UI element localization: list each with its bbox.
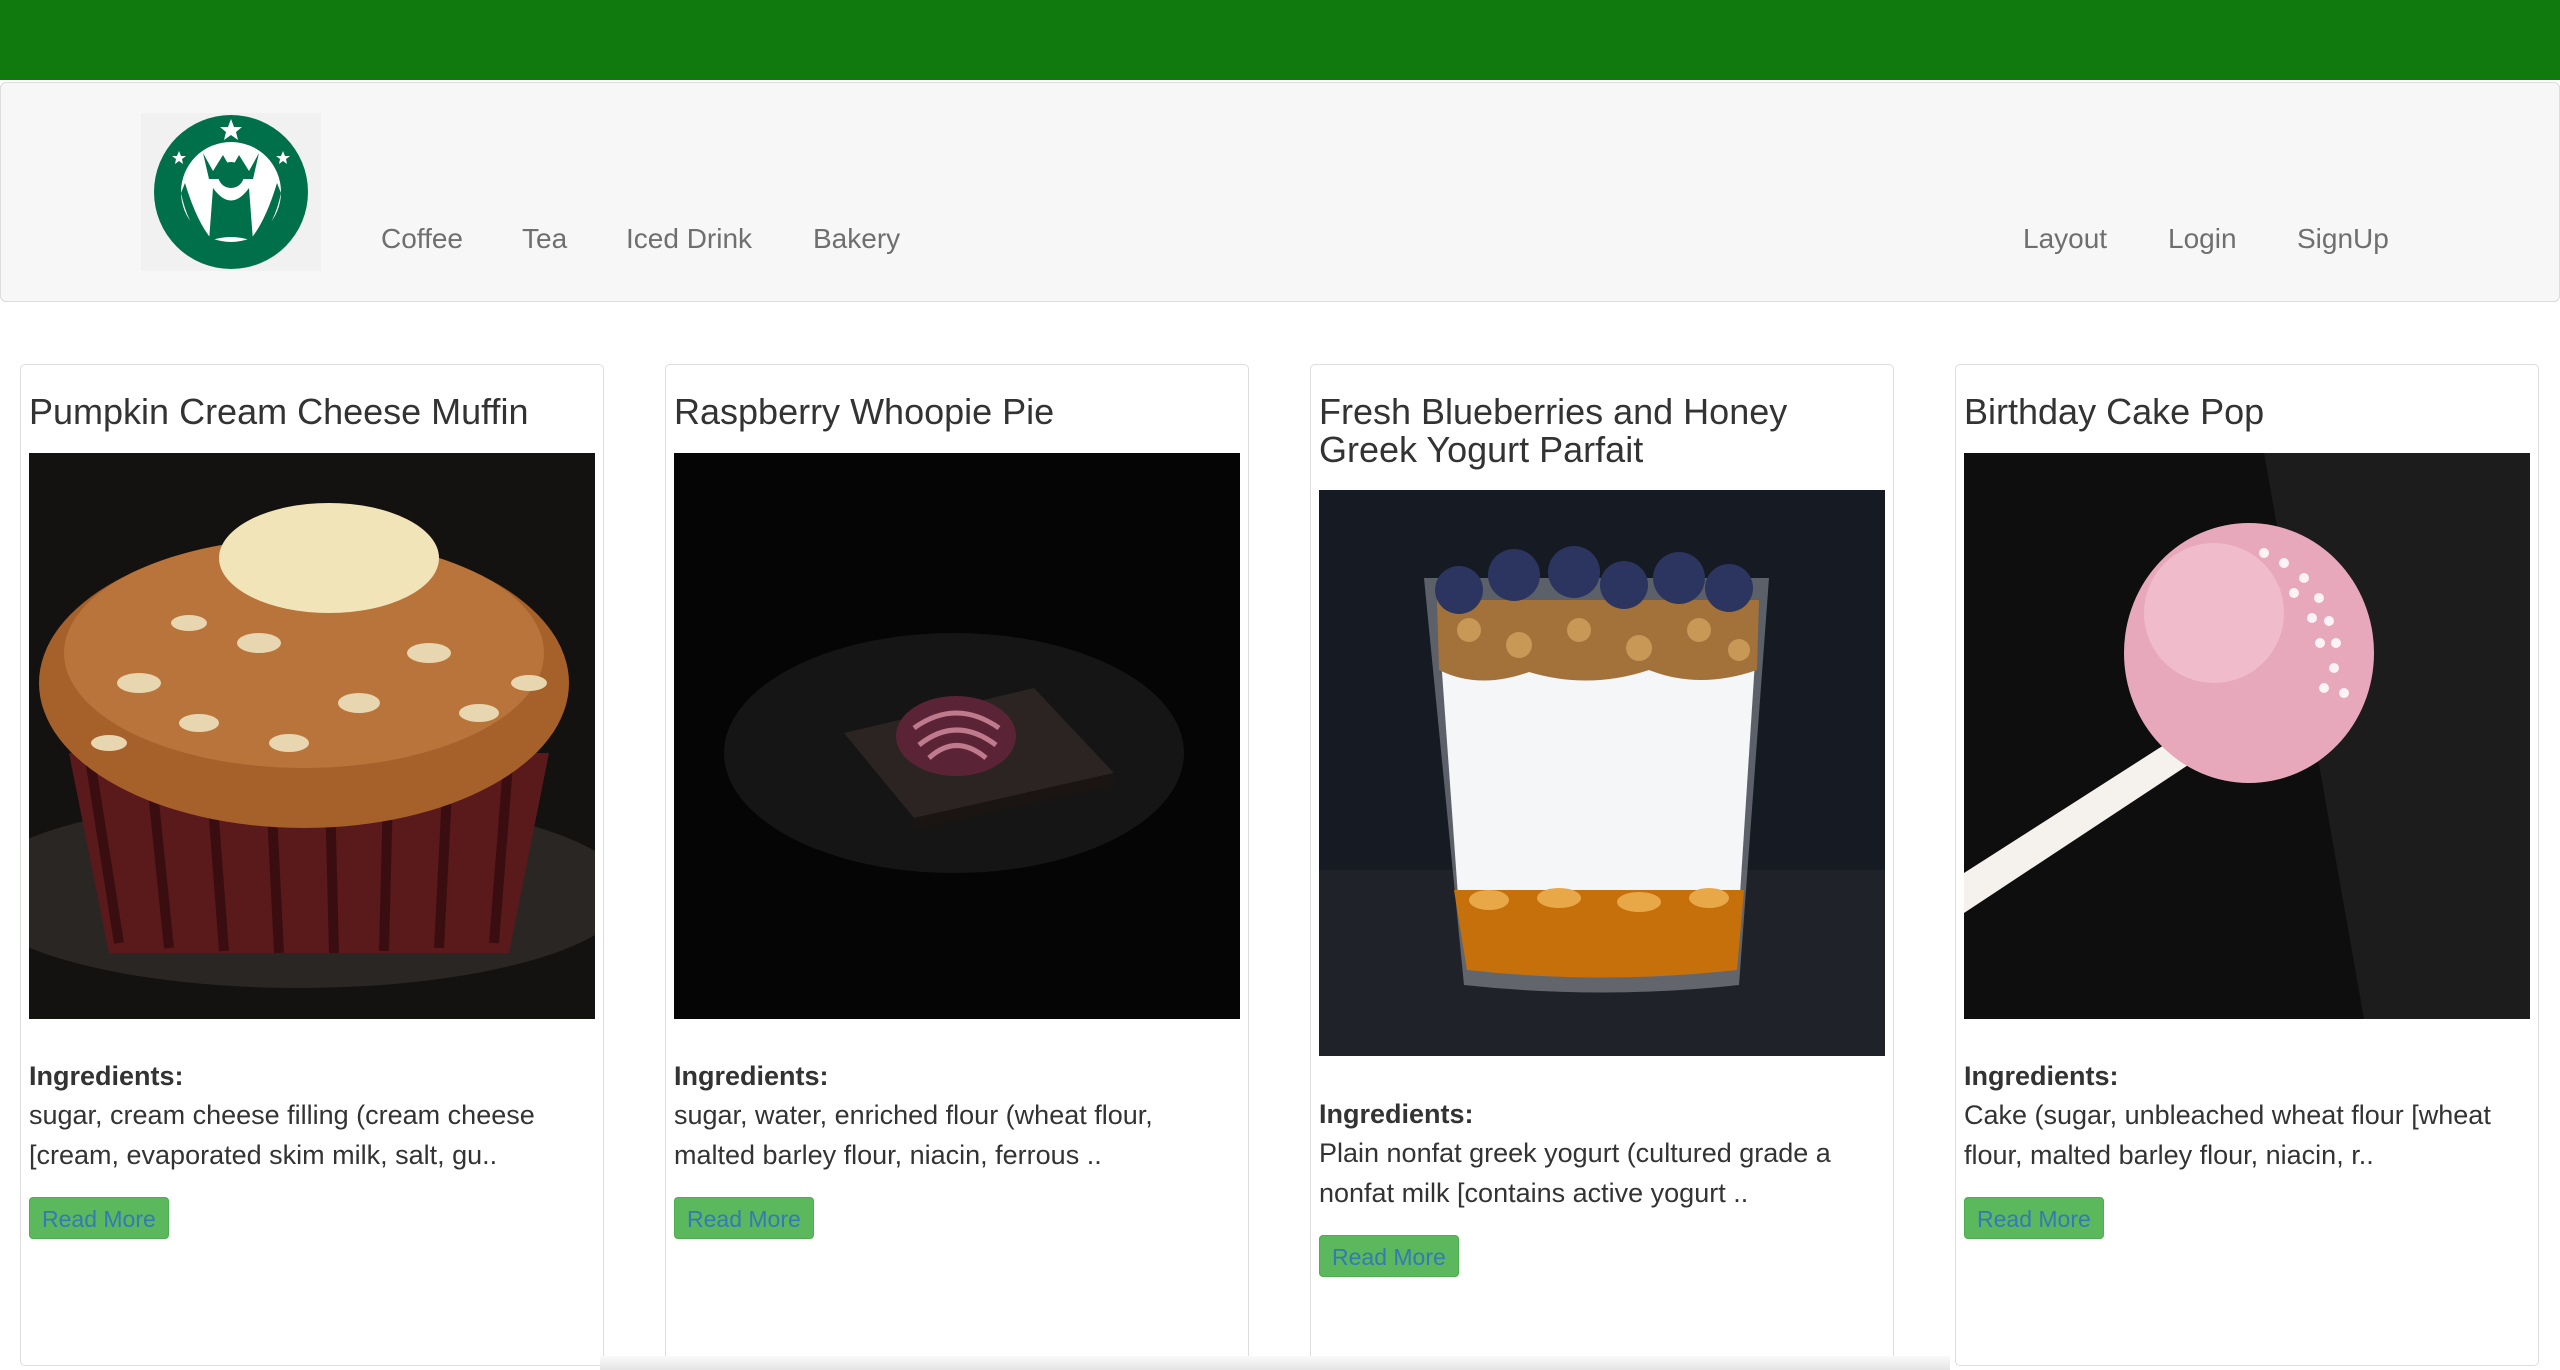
nav-layout[interactable]: Layout: [2023, 223, 2107, 255]
ingredients-label: Ingredients:: [1319, 1099, 1474, 1129]
product-title: Birthday Cake Pop: [1964, 391, 2265, 432]
read-more-button[interactable]: Read More: [674, 1197, 814, 1239]
ingredients-label: Ingredients:: [29, 1061, 184, 1091]
nav-login[interactable]: Login: [2168, 223, 2237, 255]
read-more-button[interactable]: Read More: [29, 1197, 169, 1239]
navbar: Coffee Tea Iced Drink Bakery Layout Logi…: [0, 82, 2560, 302]
nav-signup[interactable]: SignUp: [2297, 223, 2389, 255]
product-image: [29, 453, 595, 1019]
read-more-button[interactable]: Read More: [1319, 1235, 1459, 1277]
nav-tea[interactable]: Tea: [522, 223, 567, 255]
nav-iced-drink[interactable]: Iced Drink: [626, 223, 752, 255]
product-title: Fresh Blueberries and Honey Greek Yogurt…: [1319, 391, 1788, 470]
product-card: Birthday Cake Pop Ingredients: Cake (sug…: [1955, 364, 2539, 1366]
ingredients-label: Ingredients:: [1964, 1061, 2119, 1091]
product-image: [674, 453, 1240, 1019]
bottom-scroll-shadow: [600, 1356, 1950, 1370]
nav-bakery[interactable]: Bakery: [813, 223, 900, 255]
product-card: Raspberry Whoopie Pie Ingredients: sugar…: [665, 364, 1249, 1366]
nav-coffee[interactable]: Coffee: [381, 223, 463, 255]
product-card: Fresh Blueberries and Honey Greek Yogurt…: [1310, 364, 1894, 1366]
ingredients-text: Cake (sugar, unbleached wheat flour [whe…: [1964, 1100, 2491, 1170]
ingredients-text: sugar, water, enriched flour (wheat flou…: [674, 1100, 1153, 1170]
ingredients-text: sugar, cream cheese filling (cream chees…: [29, 1100, 535, 1170]
product-image: [1319, 490, 1885, 1056]
ingredients-text: Plain nonfat greek yogurt (cultured grad…: [1319, 1138, 1831, 1208]
product-title: Pumpkin Cream Cheese Muffin: [29, 391, 529, 432]
product-image: [1964, 453, 2530, 1019]
top-green-bar: [0, 0, 2560, 80]
read-more-button[interactable]: Read More: [1964, 1197, 2104, 1239]
brand-logo[interactable]: [141, 113, 321, 271]
product-card: Pumpkin Cream Cheese Muffin Ingredients:…: [20, 364, 604, 1366]
product-title: Raspberry Whoopie Pie: [674, 391, 1055, 432]
ingredients-label: Ingredients:: [674, 1061, 829, 1091]
